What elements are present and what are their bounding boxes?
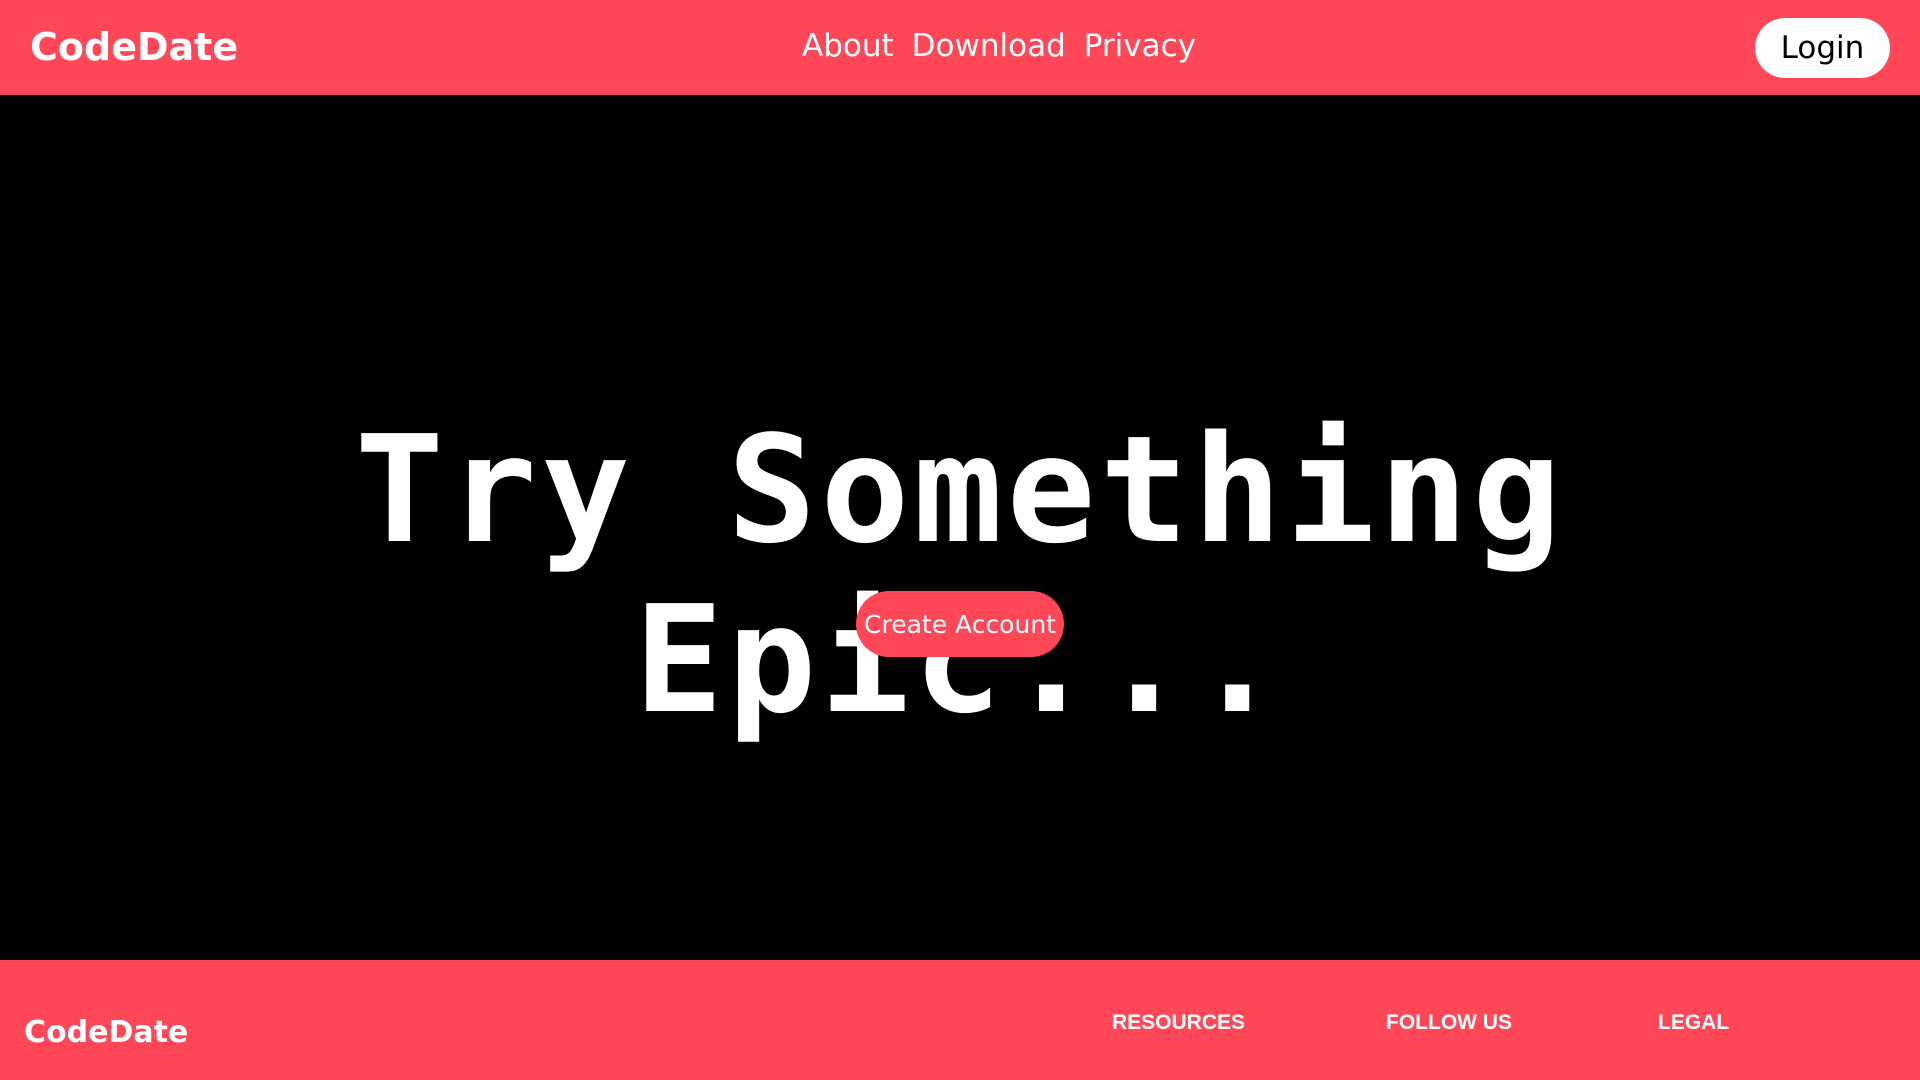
- hero-title: Try Something Epic...: [354, 404, 1566, 746]
- footer-legal-heading[interactable]: LEGAL: [1658, 1009, 1729, 1037]
- top-navbar: CodeDate About Download Privacy Login: [0, 0, 1920, 95]
- brand-logo[interactable]: CodeDate: [30, 22, 238, 72]
- create-account-button[interactable]: Create Account: [856, 591, 1064, 657]
- footer-follow-us-heading[interactable]: FOLLOW US: [1386, 1009, 1512, 1037]
- login-button[interactable]: Login: [1755, 18, 1890, 78]
- nav-links: About Download Privacy: [802, 24, 1196, 68]
- hero-section: Try Something Epic... Create Account: [0, 95, 1920, 960]
- footer: CodeDate RESOURCES FOLLOW US LEGAL: [0, 960, 1920, 1080]
- nav-link-privacy[interactable]: Privacy: [1084, 24, 1196, 68]
- nav-link-about[interactable]: About: [802, 24, 894, 68]
- footer-brand-logo[interactable]: CodeDate: [24, 1013, 188, 1053]
- footer-resources-heading[interactable]: RESOURCES: [1112, 1009, 1245, 1037]
- nav-link-download[interactable]: Download: [912, 24, 1066, 68]
